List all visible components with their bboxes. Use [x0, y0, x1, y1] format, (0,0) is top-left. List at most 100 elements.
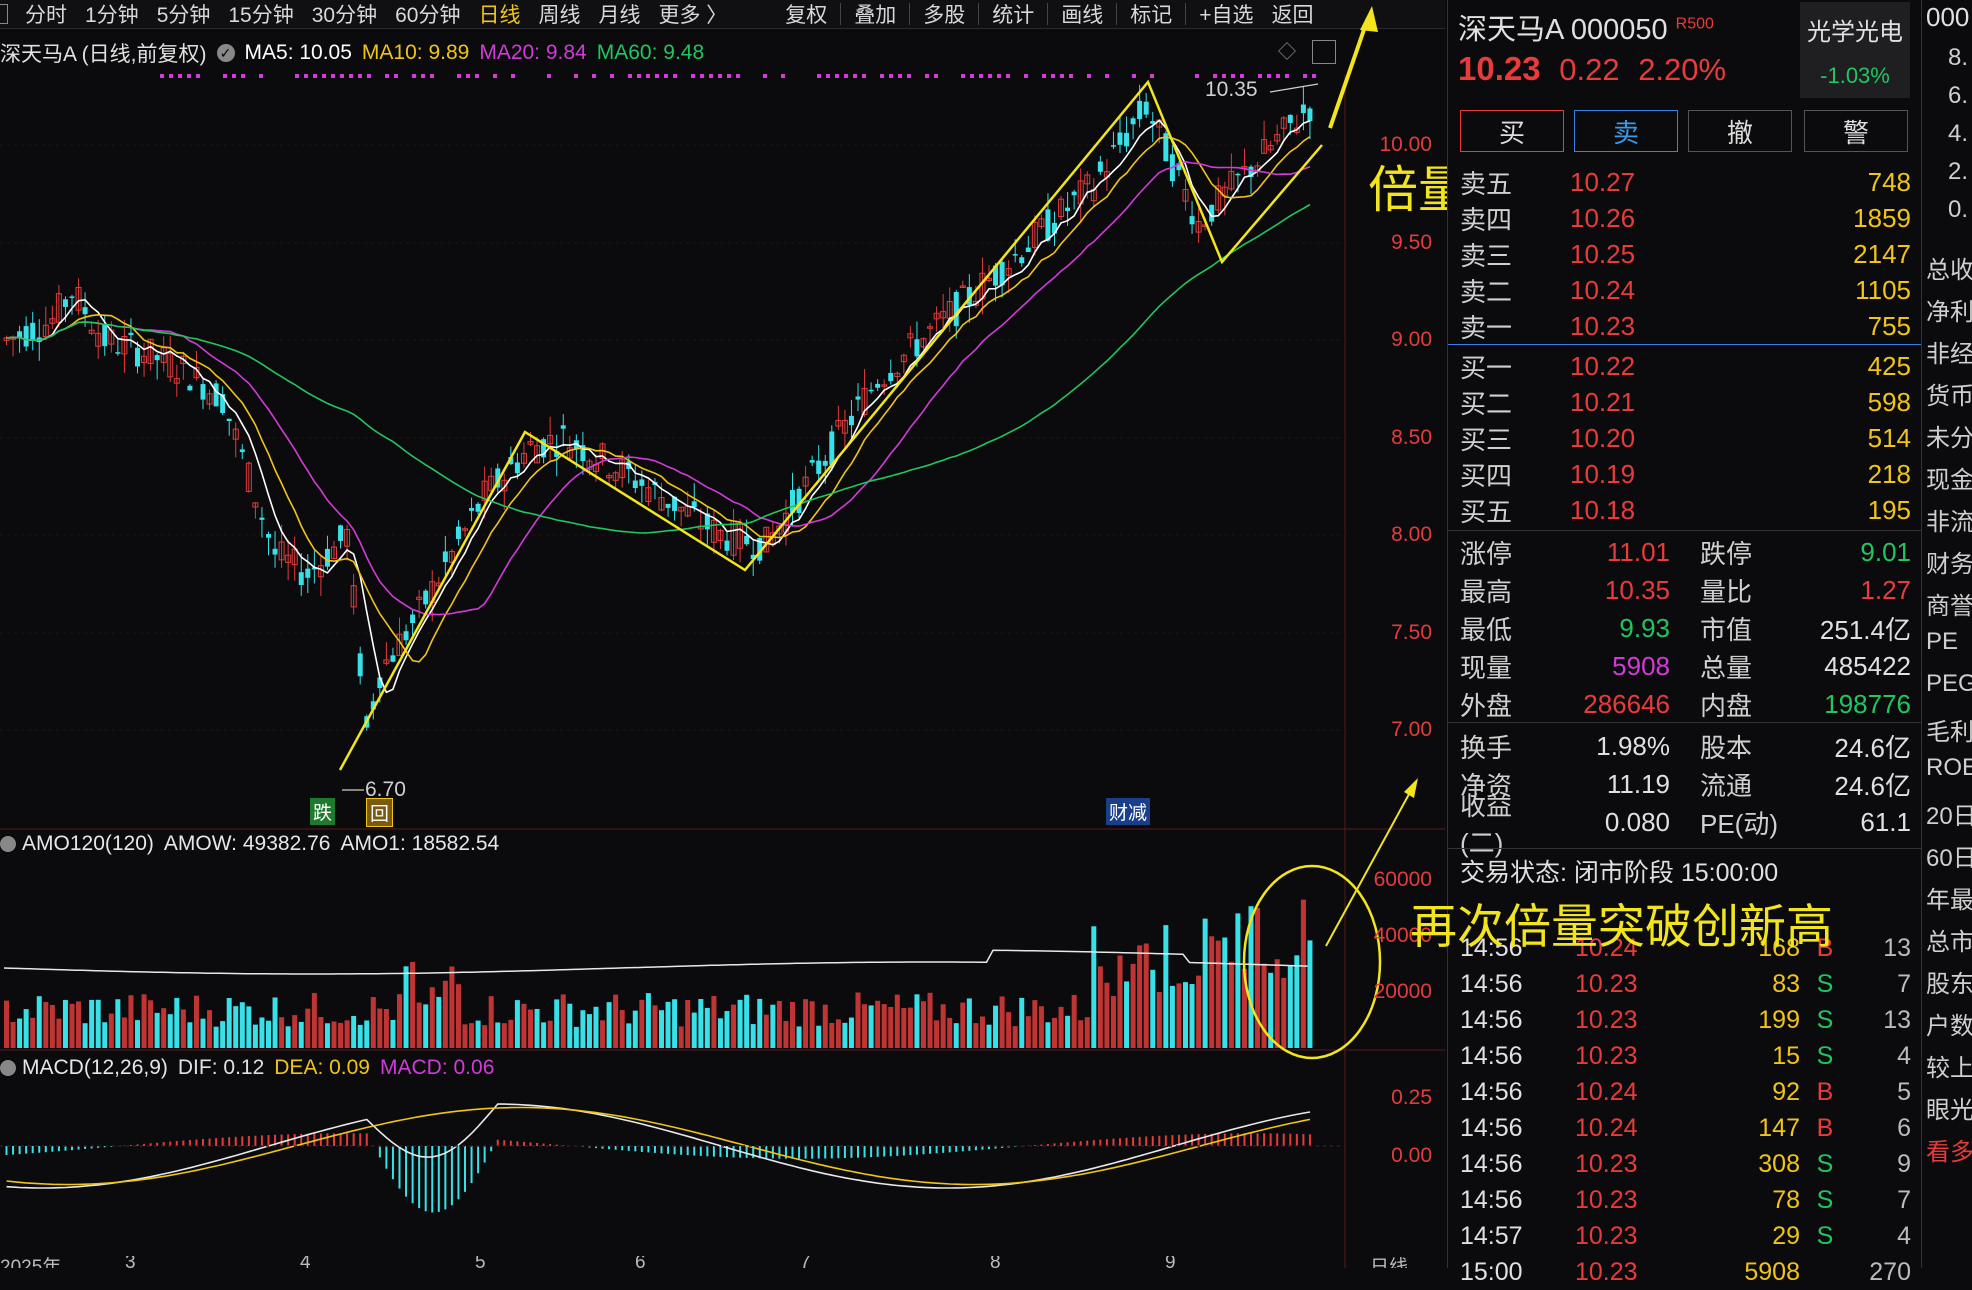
signal-dot — [466, 74, 470, 78]
candle-body — [855, 396, 861, 400]
return-marker[interactable]: 回 — [366, 798, 394, 827]
fundamental-label: PEG — [1926, 670, 1972, 697]
volume-bar — [822, 1004, 828, 1048]
volume-bar — [148, 1000, 154, 1048]
volume-bar — [1209, 936, 1215, 1048]
finance-marker[interactable]: 财减 — [1106, 798, 1151, 825]
check-icon[interactable] — [0, 1060, 16, 1076]
alert-button[interactable]: 警 — [1804, 110, 1908, 152]
volume-bar — [979, 1016, 985, 1048]
bid-row[interactable]: 买二 10.21 598 — [1460, 384, 1911, 421]
stat-label: 股本 — [1700, 733, 1753, 763]
sector-box[interactable]: 光学光电 -1.03% — [1800, 2, 1910, 98]
volume-bar — [645, 993, 651, 1048]
volume-bar — [1130, 963, 1136, 1048]
volume-bar — [829, 1022, 835, 1048]
stat-value: 485422 — [1824, 651, 1911, 681]
signal-dot — [1087, 74, 1091, 78]
signal-dot — [889, 74, 893, 78]
ask-price: 10.23 — [1570, 311, 1636, 341]
volume-bar — [1058, 1006, 1064, 1048]
bid-row[interactable]: 买一 10.22 425 — [1460, 348, 1911, 385]
ask-label: 卖五 — [1460, 169, 1513, 199]
check-icon[interactable] — [0, 836, 16, 852]
candle-body — [1287, 114, 1293, 123]
volume-bar — [128, 995, 134, 1048]
macd-title: MACD(12,26,9) — [22, 1056, 168, 1079]
volume-bar — [501, 1023, 507, 1048]
volume-bar — [115, 999, 121, 1048]
tick-price: 10.23 — [1575, 1257, 1638, 1286]
ask-row[interactable]: 卖一 10.23 755 — [1460, 308, 1911, 345]
bid-label: 买一 — [1460, 353, 1513, 383]
volume-bar — [698, 999, 704, 1048]
volume-bar — [1274, 959, 1280, 1048]
stat-label: 跌停 — [1700, 539, 1753, 569]
signal-dot — [1195, 74, 1199, 78]
volume-bar — [1215, 940, 1221, 1048]
bid-row[interactable]: 买三 10.20 514 — [1460, 420, 1911, 457]
ask-row[interactable]: 卖五 10.27 748 — [1460, 164, 1911, 201]
volume-bar — [390, 1019, 396, 1048]
rank-badge: R500 — [1675, 15, 1714, 33]
fundamentals-panel: 000 8. 6. 4. 2. 0. 总收 净利 非经 货币 未分 现金 非流 财务 商誉 PE PEG 毛利 RO… — [1921, 0, 1972, 1268]
x-tick: 8 — [990, 1256, 1001, 1268]
candle-body — [442, 551, 448, 563]
fundamental-label: 净利 — [1926, 299, 1972, 326]
volume-bar — [554, 999, 560, 1048]
volume-bar — [226, 998, 232, 1048]
candle-body — [691, 501, 697, 508]
volume-bar — [285, 1026, 291, 1048]
candle-body — [1097, 161, 1103, 172]
volume-bar — [279, 1017, 285, 1048]
cancel-button[interactable]: 撤 — [1688, 110, 1792, 152]
buy-button[interactable]: 买 — [1460, 110, 1564, 152]
price-line: 10.23 0.22 2.20% — [1458, 50, 1726, 88]
bid-row[interactable]: 买五 10.18 195 — [1460, 492, 1911, 529]
volume-bar — [30, 1017, 36, 1048]
volume-bar — [108, 1013, 114, 1048]
volume-bar — [324, 1023, 330, 1048]
bid-row[interactable]: 买四 10.19 218 — [1460, 456, 1911, 493]
volume-bar — [1281, 977, 1287, 1048]
volume-bar — [528, 1009, 533, 1048]
fundamental-label: ROE — [1926, 754, 1972, 781]
drop-marker[interactable]: 跌 — [310, 798, 336, 825]
signal-dot — [1258, 74, 1262, 78]
signal-dot — [178, 74, 182, 78]
volume-bar — [1228, 961, 1234, 1048]
tick-volume: 83 — [1772, 969, 1800, 998]
volume-bar — [167, 1014, 173, 1048]
bid-price: 10.21 — [1570, 387, 1636, 417]
volume-bar — [711, 995, 717, 1048]
volume-bar — [252, 1024, 258, 1048]
tick-side: S — [1816, 1149, 1834, 1178]
ask-row[interactable]: 卖四 10.26 1859 — [1460, 200, 1911, 237]
volume-bar — [344, 1020, 350, 1048]
volume-bar — [187, 1022, 193, 1048]
stat-value: 11.01 — [1606, 537, 1670, 567]
price-pct: 2.20% — [1638, 52, 1727, 87]
volume-bar — [593, 1006, 599, 1048]
y-tick: 7.50 — [1391, 621, 1432, 644]
volume-bar — [121, 1017, 127, 1048]
volume-bar — [541, 1022, 547, 1048]
signal-dot — [511, 74, 515, 78]
ask-row[interactable]: 卖二 10.24 1105 — [1460, 272, 1911, 309]
tick-time: 14:56 — [1460, 1005, 1523, 1034]
volume-bar — [691, 1012, 697, 1048]
high-label: 10.35 — [1205, 78, 1258, 101]
stat-value: 198776 — [1824, 689, 1911, 719]
tick-volume: 92 — [1772, 1077, 1800, 1106]
tick-volume: 147 — [1758, 1113, 1800, 1142]
ask-row[interactable]: 卖三 10.25 2147 — [1460, 236, 1911, 273]
volume-bar — [233, 1006, 239, 1048]
volume-bar — [397, 994, 402, 1048]
stat-label: PE(动) — [1700, 809, 1779, 839]
ask-price: 10.27 — [1570, 167, 1636, 197]
volume-bar — [947, 1017, 953, 1048]
volume-bar — [4, 1000, 9, 1048]
volume-bar — [370, 997, 376, 1048]
volume-bar — [809, 1001, 815, 1048]
sell-button[interactable]: 卖 — [1574, 110, 1678, 152]
